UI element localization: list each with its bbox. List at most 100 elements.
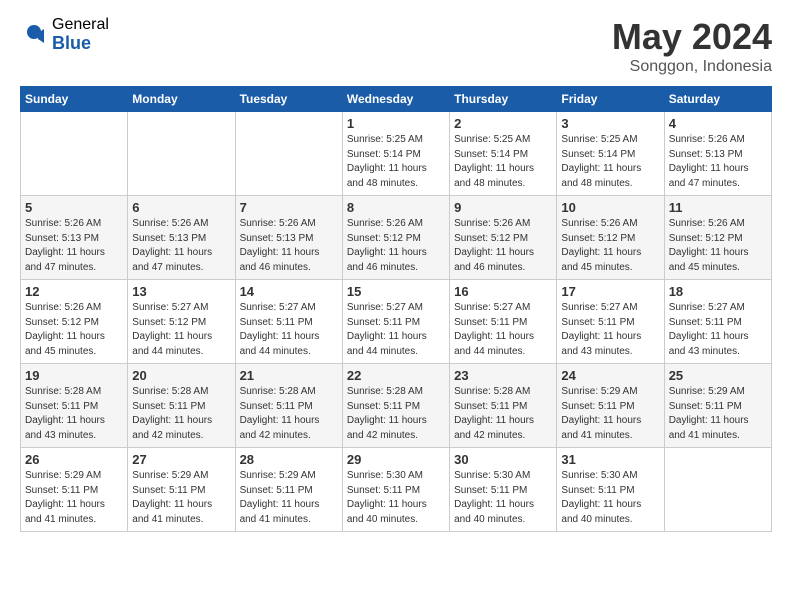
weekday-row: SundayMondayTuesdayWednesdayThursdayFrid… xyxy=(21,87,772,112)
calendar-cell: 9 Sunrise: 5:26 AMSunset: 5:12 PMDaylight… xyxy=(450,196,557,280)
calendar-cell: 17 Sunrise: 5:27 AMSunset: 5:11 PMDayligh… xyxy=(557,280,664,364)
logo-blue: Blue xyxy=(52,34,109,54)
day-number: 8 xyxy=(347,200,445,215)
day-info: Sunrise: 5:30 AMSunset: 5:11 PMDaylight:… xyxy=(347,469,445,527)
calendar-cell: 28Sunrise: 5:29 AMSunset: 5:11 PMDayligh… xyxy=(235,448,342,532)
calendar-cell: 14 Sunrise: 5:27 AMSunset: 5:11 PMDayligh… xyxy=(235,280,342,364)
logo-text: General Blue xyxy=(52,16,109,53)
calendar-cell: 20Sunrise: 5:28 AMSunset: 5:11 PMDayligh… xyxy=(128,364,235,448)
weekday-header: Tuesday xyxy=(235,87,342,112)
calendar-cell: 26 Sunrise: 5:29 AMSunset: 5:11 PMDayligh… xyxy=(21,448,128,532)
calendar-cell: 23 Sunrise: 5:28 AMSunset: 5:11 PMDayligh… xyxy=(450,364,557,448)
day-info: Sunrise: 5:26 AMSunset: 5:13 PMDaylight:… xyxy=(240,217,338,275)
calendar-cell: 16 Sunrise: 5:27 AMSunset: 5:11 PMDayligh… xyxy=(450,280,557,364)
weekday-header: Sunday xyxy=(21,87,128,112)
calendar-cell: 25Sunrise: 5:29 AMSunset: 5:11 PMDayligh… xyxy=(664,364,771,448)
calendar-cell: 10 Sunrise: 5:26 AMSunset: 5:12 PMDayligh… xyxy=(557,196,664,280)
calendar-cell: 15 Sunrise: 5:27 AMSunset: 5:11 PMDayligh… xyxy=(342,280,449,364)
weekday-header: Monday xyxy=(128,87,235,112)
title-block: May 2024 Songgon, Indonesia xyxy=(612,16,772,76)
day-info: Sunrise: 5:29 AMSunset: 5:11 PMDaylight:… xyxy=(561,385,659,443)
day-number: 6 xyxy=(132,200,230,215)
weekday-header: Thursday xyxy=(450,87,557,112)
month-title: May 2024 xyxy=(612,16,772,58)
calendar-cell: 7 Sunrise: 5:26 AMSunset: 5:13 PMDaylight… xyxy=(235,196,342,280)
day-info: Sunrise: 5:29 AMSunset: 5:11 PMDaylight:… xyxy=(25,469,123,527)
day-number: 16 xyxy=(454,284,552,299)
day-info: Sunrise: 5:26 AMSunset: 5:12 PMDaylight:… xyxy=(347,217,445,275)
calendar-header: SundayMondayTuesdayWednesdayThursdayFrid… xyxy=(21,87,772,112)
day-number: 22 xyxy=(347,368,445,383)
calendar-cell: 2 Sunrise: 5:25 AMSunset: 5:14 PMDaylight… xyxy=(450,112,557,196)
day-info: Sunrise: 5:28 AMSunset: 5:11 PMDaylight:… xyxy=(347,385,445,443)
day-number: 24 xyxy=(561,368,659,383)
day-info: Sunrise: 5:30 AMSunset: 5:11 PMDaylight:… xyxy=(454,469,552,527)
day-info: Sunrise: 5:28 AMSunset: 5:11 PMDaylight:… xyxy=(132,385,230,443)
day-number: 2 xyxy=(454,116,552,131)
calendar: SundayMondayTuesdayWednesdayThursdayFrid… xyxy=(20,86,772,532)
day-number: 14 xyxy=(240,284,338,299)
calendar-week: 1 Sunrise: 5:25 AMSunset: 5:14 PMDaylight… xyxy=(21,112,772,196)
calendar-cell: 21Sunrise: 5:28 AMSunset: 5:11 PMDayligh… xyxy=(235,364,342,448)
day-info: Sunrise: 5:26 AMSunset: 5:13 PMDaylight:… xyxy=(25,217,123,275)
day-info: Sunrise: 5:28 AMSunset: 5:11 PMDaylight:… xyxy=(454,385,552,443)
calendar-cell: 31 Sunrise: 5:30 AMSunset: 5:11 PMDayligh… xyxy=(557,448,664,532)
calendar-week: 5 Sunrise: 5:26 AMSunset: 5:13 PMDaylight… xyxy=(21,196,772,280)
header: General Blue May 2024 Songgon, Indonesia xyxy=(20,16,772,76)
day-number: 23 xyxy=(454,368,552,383)
day-number: 29 xyxy=(347,452,445,467)
calendar-cell xyxy=(235,112,342,196)
day-number: 5 xyxy=(25,200,123,215)
weekday-header: Wednesday xyxy=(342,87,449,112)
calendar-week: 12 Sunrise: 5:26 AMSunset: 5:12 PMDayligh… xyxy=(21,280,772,364)
calendar-cell: 6Sunrise: 5:26 AMSunset: 5:13 PMDaylight… xyxy=(128,196,235,280)
day-number: 10 xyxy=(561,200,659,215)
calendar-cell: 11Sunrise: 5:26 AMSunset: 5:12 PMDayligh… xyxy=(664,196,771,280)
calendar-cell: 4 Sunrise: 5:26 AMSunset: 5:13 PMDaylight… xyxy=(664,112,771,196)
calendar-cell: 3Sunrise: 5:25 AMSunset: 5:14 PMDaylight… xyxy=(557,112,664,196)
day-info: Sunrise: 5:26 AMSunset: 5:12 PMDaylight:… xyxy=(454,217,552,275)
day-info: Sunrise: 5:26 AMSunset: 5:13 PMDaylight:… xyxy=(669,133,767,191)
weekday-header: Friday xyxy=(557,87,664,112)
calendar-cell: 27Sunrise: 5:29 AMSunset: 5:11 PMDayligh… xyxy=(128,448,235,532)
day-number: 21 xyxy=(240,368,338,383)
day-number: 19 xyxy=(25,368,123,383)
day-number: 15 xyxy=(347,284,445,299)
day-info: Sunrise: 5:30 AMSunset: 5:11 PMDaylight:… xyxy=(561,469,659,527)
day-number: 1 xyxy=(347,116,445,131)
day-info: Sunrise: 5:27 AMSunset: 5:11 PMDaylight:… xyxy=(240,301,338,359)
location: Songgon, Indonesia xyxy=(612,58,772,76)
day-info: Sunrise: 5:25 AMSunset: 5:14 PMDaylight:… xyxy=(561,133,659,191)
calendar-cell: 12 Sunrise: 5:26 AMSunset: 5:12 PMDayligh… xyxy=(21,280,128,364)
day-number: 9 xyxy=(454,200,552,215)
day-number: 26 xyxy=(25,452,123,467)
day-info: Sunrise: 5:29 AMSunset: 5:11 PMDaylight:… xyxy=(669,385,767,443)
calendar-cell: 1 Sunrise: 5:25 AMSunset: 5:14 PMDaylight… xyxy=(342,112,449,196)
weekday-header: Saturday xyxy=(664,87,771,112)
calendar-body: 1 Sunrise: 5:25 AMSunset: 5:14 PMDaylight… xyxy=(21,112,772,532)
day-info: Sunrise: 5:27 AMSunset: 5:11 PMDaylight:… xyxy=(561,301,659,359)
logo-general: General xyxy=(52,16,109,34)
day-info: Sunrise: 5:26 AMSunset: 5:12 PMDaylight:… xyxy=(25,301,123,359)
day-info: Sunrise: 5:27 AMSunset: 5:11 PMDaylight:… xyxy=(454,301,552,359)
calendar-cell: 30Sunrise: 5:30 AMSunset: 5:11 PMDayligh… xyxy=(450,448,557,532)
day-info: Sunrise: 5:27 AMSunset: 5:12 PMDaylight:… xyxy=(132,301,230,359)
day-number: 18 xyxy=(669,284,767,299)
calendar-cell: 18Sunrise: 5:27 AMSunset: 5:11 PMDayligh… xyxy=(664,280,771,364)
day-number: 4 xyxy=(669,116,767,131)
calendar-cell: 8 Sunrise: 5:26 AMSunset: 5:12 PMDaylight… xyxy=(342,196,449,280)
day-number: 12 xyxy=(25,284,123,299)
day-number: 7 xyxy=(240,200,338,215)
day-info: Sunrise: 5:27 AMSunset: 5:11 PMDaylight:… xyxy=(347,301,445,359)
day-number: 13 xyxy=(132,284,230,299)
day-info: Sunrise: 5:25 AMSunset: 5:14 PMDaylight:… xyxy=(454,133,552,191)
calendar-week: 26 Sunrise: 5:29 AMSunset: 5:11 PMDayligh… xyxy=(21,448,772,532)
day-number: 17 xyxy=(561,284,659,299)
day-info: Sunrise: 5:26 AMSunset: 5:12 PMDaylight:… xyxy=(669,217,767,275)
calendar-cell xyxy=(21,112,128,196)
logo-icon xyxy=(20,21,48,49)
day-info: Sunrise: 5:25 AMSunset: 5:14 PMDaylight:… xyxy=(347,133,445,191)
day-number: 27 xyxy=(132,452,230,467)
day-info: Sunrise: 5:26 AMSunset: 5:12 PMDaylight:… xyxy=(561,217,659,275)
day-number: 31 xyxy=(561,452,659,467)
